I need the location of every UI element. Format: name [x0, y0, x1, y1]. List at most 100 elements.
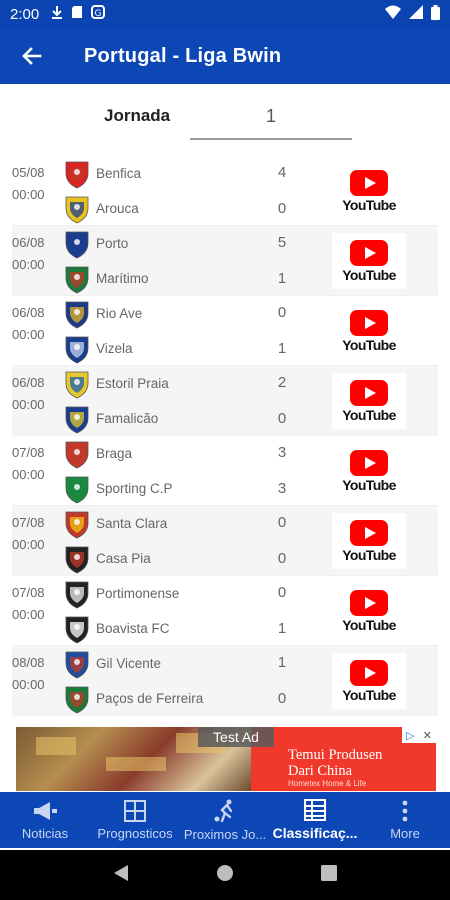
- away-team: Vizela: [62, 331, 342, 366]
- match-row[interactable]: 06/08 00:00 Porto Marítimo 5 1 YouTube: [12, 226, 438, 296]
- battery-icon: [431, 4, 440, 24]
- match-row[interactable]: 06/08 00:00 Rio Ave Vizela 0 1 YouTube: [12, 296, 438, 366]
- system-home-icon[interactable]: [216, 864, 234, 887]
- home-team: Braga: [62, 436, 342, 471]
- home-score: 2: [277, 374, 287, 391]
- team-crest-icon: [62, 404, 92, 434]
- home-team-name: Porto: [96, 236, 129, 251]
- nav-item-megaphone[interactable]: Noticias: [0, 792, 90, 848]
- nav-item-label: Classificaç...: [272, 825, 358, 841]
- match-datetime: 07/08 00:00: [12, 512, 45, 556]
- download-icon: [51, 5, 63, 23]
- youtube-button[interactable]: YouTube: [332, 513, 406, 569]
- match-row[interactable]: 07/08 00:00 Braga Sporting C.P 3 3 YouTube: [12, 436, 438, 506]
- away-team: Paços de Ferreira: [62, 681, 342, 716]
- team-crest-icon: [62, 614, 92, 644]
- grid-icon: [124, 799, 146, 822]
- youtube-logo-icon: [350, 589, 388, 616]
- match-time: 00:00: [12, 397, 45, 412]
- away-score: 1: [277, 620, 287, 637]
- youtube-label: YouTube: [342, 196, 396, 213]
- away-team-name: Boavista FC: [96, 621, 170, 636]
- away-score: 0: [277, 200, 287, 217]
- ad-info-icon[interactable]: ▷: [406, 729, 414, 742]
- test-ad-badge: Test Ad: [198, 727, 274, 747]
- wifi-icon: [385, 5, 401, 23]
- home-score: 0: [277, 304, 287, 321]
- match-datetime: 07/08 00:00: [12, 582, 45, 626]
- team-crest-icon: [62, 474, 92, 504]
- system-back-icon[interactable]: [113, 864, 129, 887]
- nav-item-table[interactable]: Classificaç...: [270, 792, 360, 848]
- home-score: 5: [277, 234, 287, 251]
- soccer-player-icon: [213, 799, 237, 823]
- nav-item-label: Noticias: [21, 825, 69, 841]
- table-icon: [304, 799, 326, 821]
- ad-headline-line2: Dari China: [288, 763, 353, 779]
- team-crest-icon: [62, 439, 92, 469]
- nav-item-more-vert[interactable]: More: [360, 792, 450, 848]
- bottom-navigation: Noticias Prognosticos Proximos Jo... Classi…: [0, 792, 450, 848]
- match-row[interactable]: 06/08 00:00 Estoril Praia Famalicão 2 0 YouTub…: [12, 366, 438, 436]
- match-time: 00:00: [12, 467, 45, 482]
- match-row[interactable]: 07/08 00:00 Portimonense Boavista FC 0 1 YouTu…: [12, 576, 438, 646]
- team-crest-icon: [62, 229, 92, 259]
- away-team-name: Casa Pia: [96, 551, 151, 566]
- team-crest-icon: [62, 544, 92, 574]
- match-time: 00:00: [12, 607, 45, 622]
- away-team-name: Sporting C.P: [96, 481, 173, 496]
- youtube-label: YouTube: [342, 336, 396, 353]
- match-datetime: 05/08 00:00: [12, 162, 45, 206]
- youtube-button[interactable]: YouTube: [332, 653, 406, 709]
- nav-item-grid[interactable]: Prognosticos: [90, 792, 180, 848]
- home-team-name: Santa Clara: [96, 516, 168, 531]
- match-row[interactable]: 07/08 00:00 Santa Clara Casa Pia 0 0 YouTube: [12, 506, 438, 576]
- home-score: 3: [277, 444, 287, 461]
- jornada-selector[interactable]: 1: [190, 94, 352, 140]
- nav-item-label: Proximos Jo...: [183, 826, 267, 842]
- youtube-label: YouTube: [342, 476, 396, 493]
- match-row[interactable]: 08/08 00:00 Gil Vicente Paços de Ferreira 1 0…: [12, 646, 438, 716]
- jornada-bar: Jornada 1: [0, 84, 450, 156]
- away-score: 0: [277, 410, 287, 427]
- team-crest-icon: [62, 649, 92, 679]
- home-score: 4: [277, 164, 287, 181]
- ad-banner[interactable]: Test Ad Temui Produsen Dari China Homete…: [16, 727, 436, 791]
- away-team: Marítimo: [62, 261, 342, 296]
- team-crest-icon: [62, 159, 92, 189]
- match-time: 00:00: [12, 257, 45, 272]
- youtube-logo-icon: [350, 309, 388, 336]
- away-score: 1: [277, 270, 287, 287]
- megaphone-icon: [32, 800, 58, 822]
- home-team: Estoril Praia: [62, 366, 342, 401]
- away-team: Famalicão: [62, 401, 342, 436]
- youtube-button[interactable]: YouTube: [332, 233, 406, 289]
- ad-choices[interactable]: ▷ ✕: [402, 727, 436, 743]
- team-crest-icon: [62, 684, 92, 714]
- youtube-button[interactable]: YouTube: [332, 443, 406, 499]
- team-crest-icon: [62, 264, 92, 294]
- nav-item-soccer-player[interactable]: Proximos Jo...: [180, 792, 270, 848]
- svg-text:G: G: [95, 9, 102, 19]
- back-button[interactable]: [0, 28, 64, 84]
- match-datetime: 08/08 00:00: [12, 652, 45, 696]
- app-bar: Portugal - Liga Bwin: [0, 28, 450, 84]
- ad-close-icon[interactable]: ✕: [423, 729, 432, 742]
- match-time: 00:00: [12, 537, 45, 552]
- home-team: Rio Ave: [62, 296, 342, 331]
- match-row[interactable]: 05/08 00:00 Benfica Arouca 4 0 YouTube: [12, 156, 438, 226]
- match-list: 05/08 00:00 Benfica Arouca 4 0 YouTube 06/08 00:…: [12, 156, 438, 716]
- match-time: 00:00: [12, 327, 45, 342]
- status-bar: 2:00 G: [0, 0, 450, 28]
- more-vert-icon: [401, 800, 409, 822]
- system-recents-icon[interactable]: [320, 864, 337, 886]
- youtube-button[interactable]: YouTube: [332, 583, 406, 639]
- youtube-button[interactable]: YouTube: [332, 163, 406, 219]
- home-team-name: Benfica: [96, 166, 142, 181]
- youtube-button[interactable]: YouTube: [332, 303, 406, 359]
- away-score: 1: [277, 340, 287, 357]
- youtube-button[interactable]: YouTube: [332, 373, 406, 429]
- ad-headline-line1: Temui Produsen: [288, 747, 383, 763]
- youtube-logo-icon: [350, 169, 388, 196]
- match-datetime: 07/08 00:00: [12, 442, 45, 486]
